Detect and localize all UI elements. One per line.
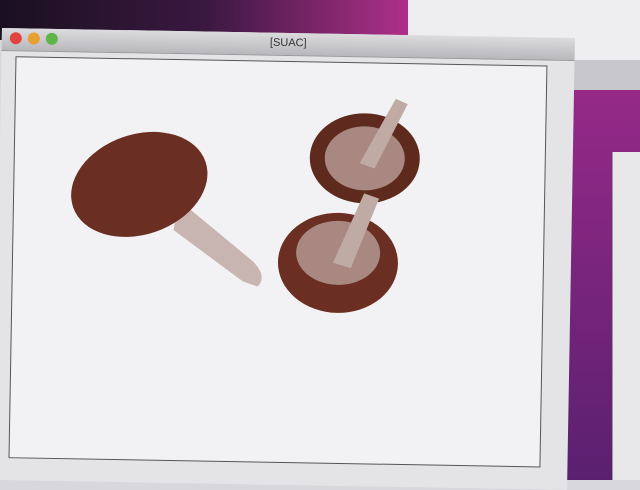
mushroom-image bbox=[71, 98, 420, 313]
image-canvas[interactable] bbox=[8, 56, 548, 468]
mushroom-left bbox=[71, 131, 262, 287]
mushroom-top-right bbox=[309, 98, 420, 204]
mushroom-bottom bbox=[277, 193, 398, 313]
app-window: [SUAC] bbox=[0, 28, 575, 490]
background-list-panel bbox=[612, 152, 640, 480]
